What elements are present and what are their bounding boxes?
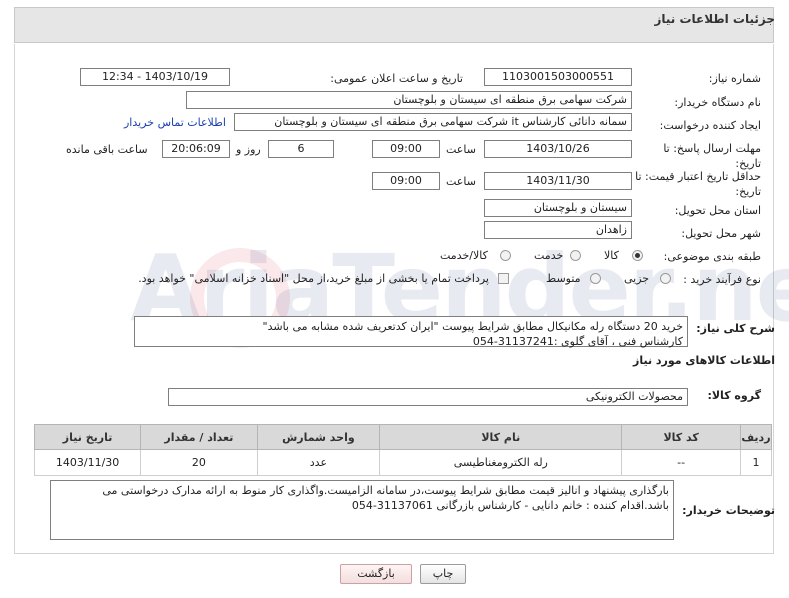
col-name: نام کالا (379, 424, 623, 450)
need-number-label: شماره نیاز: (708, 72, 761, 85)
announce-label: تاریخ و ساعت اعلان عمومی: (330, 72, 463, 85)
cell-row: 1 (739, 449, 773, 476)
table-row: 1 -- رله الکترومغناطیسی عدد 20 1403/11/3… (33, 449, 773, 476)
page-title: جزئیات اطلاعات نیاز (654, 12, 775, 26)
price-validity-time-label: ساعت (446, 175, 476, 188)
goods-group-label: گروه کالا: (707, 389, 761, 402)
province-field: سیستان و بلوچستان (484, 199, 632, 217)
col-row: ردیف (739, 424, 773, 450)
deadline-time-field: 09:00 (372, 140, 440, 158)
category-goods-label: کالا (604, 249, 619, 262)
back-button[interactable]: بازگشت (340, 564, 412, 584)
category-label: طبقه بندی موضوعی: (663, 250, 761, 263)
deadline-date-field: 1403/10/26 (484, 140, 632, 158)
buyer-notes-label: توضیحات خریدار: (682, 504, 775, 517)
remaining-time-label: ساعت باقی مانده (66, 143, 148, 156)
creator-field: سمانه دانائی کارشناس it شرکت سهامی برق م… (234, 113, 632, 131)
cell-date: 1403/11/30 (33, 449, 142, 476)
treasury-payment-checkbox[interactable] (498, 273, 509, 284)
category-goods-service-radio[interactable] (500, 250, 511, 261)
days-label: روز و (236, 143, 261, 156)
deadline-label: مهلت ارسال پاسخ: تا تاریخ: (663, 142, 761, 170)
cell-name: رله الکترومغناطیسی (379, 449, 623, 476)
process-medium-radio[interactable] (590, 273, 601, 284)
price-validity-time-field: 09:00 (372, 172, 440, 190)
buyer-org-field: شرکت سهامی برق منطقه ای سیستان و بلوچستا… (186, 91, 632, 109)
buyer-notes-text: بارگذاری پیشنهاد و انالیز قیمت مطابق شرا… (50, 480, 674, 540)
remaining-time-field: 20:06:09 (162, 140, 230, 158)
goods-table-header: ردیف کد کالا نام کالا واحد شمارش تعداد /… (33, 424, 773, 450)
buyer-org-label: نام دستگاه خریدار: (674, 96, 761, 109)
col-code: کد کالا (621, 424, 741, 450)
print-button[interactable]: چاپ (420, 564, 466, 584)
deadline-time-label: ساعت (446, 143, 476, 156)
process-medium-label: متوسط (546, 272, 581, 285)
category-service-label: خدمت (534, 249, 564, 262)
price-validity-label: حداقل تاریخ اعتبار قیمت: تا تاریخ: (635, 170, 761, 198)
city-field: زاهدان (484, 221, 632, 239)
col-date: تاریخ نیاز (33, 424, 142, 450)
need-number-field: 1103001503000551 (484, 68, 632, 86)
goods-table: ردیف کد کالا نام کالا واحد شمارش تعداد /… (33, 424, 773, 476)
price-validity-date-field: 1403/11/30 (484, 172, 632, 190)
goods-section-title: اطلاعات کالاهای مورد نیاز (633, 354, 775, 367)
process-type-label: نوع فرآیند خرید : (683, 273, 761, 286)
col-unit: واحد شمارش (256, 424, 381, 450)
contact-info-link[interactable]: اطلاعات تماس خریدار (124, 116, 226, 129)
category-goods-radio[interactable] (632, 250, 643, 261)
province-label: استان محل تحویل: (674, 204, 761, 217)
treasury-payment-note: پرداخت تمام یا بخشی از مبلغ خرید،از محل … (138, 272, 489, 285)
process-minor-radio[interactable] (660, 273, 671, 284)
goods-group-field: محصولات الکترونیکی (168, 388, 688, 406)
announce-field: 1403/10/19 - 12:34 (80, 68, 230, 86)
description-text: خرید 20 دستگاه رله مکانیکال مطابق شرایط … (134, 316, 688, 348)
description-label: شرح کلی نیاز: (696, 322, 775, 335)
category-service-radio[interactable] (570, 250, 581, 261)
process-minor-label: جزیی (624, 272, 650, 285)
cell-unit: عدد (256, 449, 381, 476)
col-qty: تعداد / مقدار (140, 424, 258, 450)
days-remaining-field: 6 (268, 140, 334, 158)
category-goods-service-label: کالا/خدمت (440, 249, 488, 262)
city-label: شهر محل تحویل: (681, 227, 761, 240)
cell-qty: 20 (140, 449, 258, 476)
cell-code: -- (621, 449, 741, 476)
creator-label: ایجاد کننده درخواست: (659, 119, 761, 132)
